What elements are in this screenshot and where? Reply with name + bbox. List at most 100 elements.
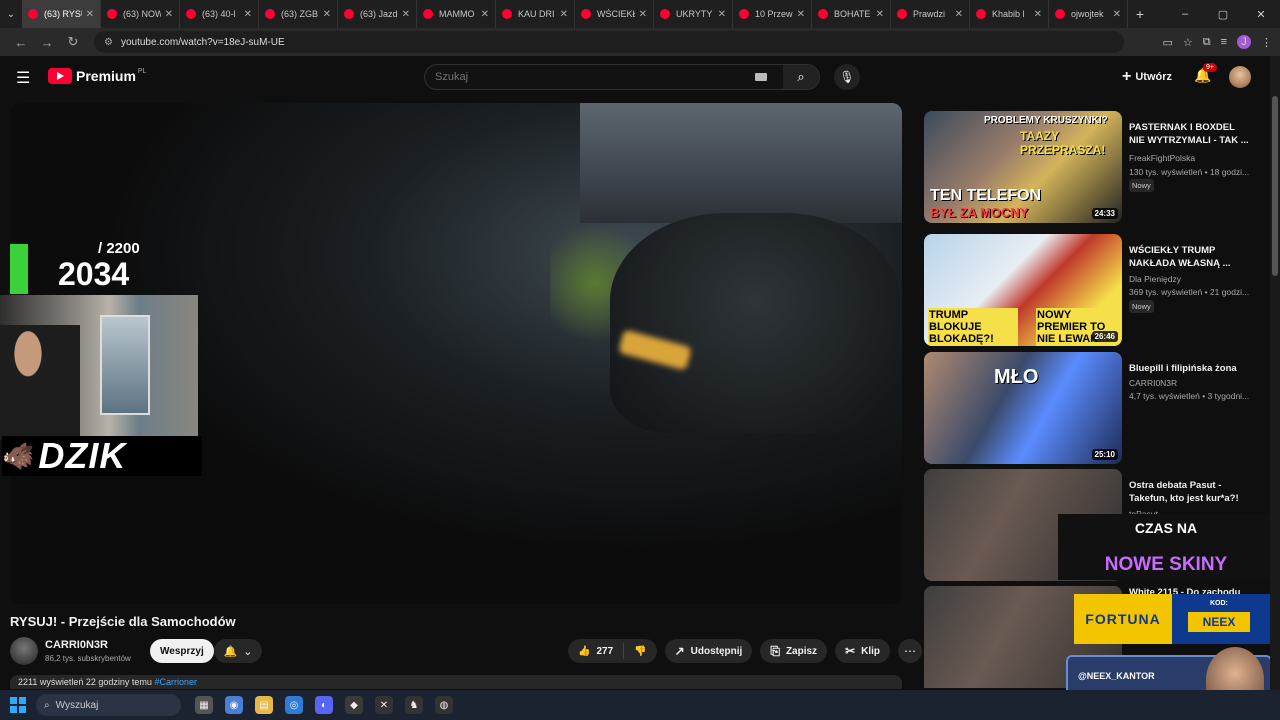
channel-avatar[interactable] [10, 637, 38, 665]
close-tab-icon[interactable]: ✕ [560, 9, 568, 20]
search-input[interactable] [425, 71, 745, 83]
chrome-icon[interactable]: ◉ [225, 696, 243, 714]
clip-button[interactable]: ✂ Klip [835, 639, 891, 663]
recommendation-card[interactable]: TRUMP BLOKUJE BLOKADĘ?! NOWY PREMIER TO … [922, 234, 1262, 346]
browser-tab[interactable]: Khabib l ✕ [970, 0, 1049, 28]
close-tab-icon[interactable]: ✕ [323, 9, 331, 20]
app-icon[interactable]: ✕ [375, 696, 393, 714]
recommendation-card[interactable]: MŁO 25:10 Bluepill i filipińska żona CAR… [922, 352, 1262, 464]
task-view-icon[interactable]: ▦ [195, 696, 213, 714]
like-button[interactable]: 👍 277 [568, 643, 625, 659]
recommendation-channel[interactable]: Dla Pieniędzy [1129, 274, 1181, 284]
search-button[interactable]: ⌕ [783, 65, 819, 89]
create-button[interactable]: + Utwórz [1122, 68, 1172, 86]
close-tab-icon[interactable]: ✕ [86, 9, 94, 20]
subscription-bell-button[interactable]: 🔔 ⌄ [214, 639, 262, 663]
close-tab-icon[interactable]: ✕ [402, 9, 410, 20]
browser-tab[interactable]: (63) ZGB ✕ [259, 0, 338, 28]
browser-tab[interactable]: (63) 40-l ✕ [180, 0, 259, 28]
browser-menu-icon[interactable]: ⋮ [1261, 36, 1272, 49]
extensions-icon[interactable]: ⧉ [1203, 36, 1211, 49]
close-tab-icon[interactable]: ✕ [639, 9, 647, 20]
youtube-favicon-icon [581, 9, 591, 19]
reload-icon[interactable]: ↻ [60, 34, 86, 50]
close-tab-icon[interactable]: ✕ [165, 9, 173, 20]
account-avatar[interactable] [1229, 66, 1251, 88]
scrollbar-thumb[interactable] [1272, 96, 1278, 276]
description-box[interactable]: 2211 wyświetleń 22 godziny temu #Carrion… [10, 675, 902, 689]
windows-taskbar: ⌕ Wyszukaj ▦ ◉ ▤ ◎ ◐ ◆ ✕ ♞ ◍ [0, 690, 1280, 720]
taskbar-search[interactable]: ⌕ Wyszukaj [36, 694, 181, 716]
balcony-door [100, 315, 150, 415]
thumbnail-text: TRUMP BLOKUJE BLOKADĘ?! [928, 308, 1018, 346]
save-button[interactable]: ⎘ Zapisz [760, 639, 828, 663]
keyboard-icon[interactable] [755, 73, 767, 81]
browser-tab[interactable]: (63) Jazd ✕ [338, 0, 417, 28]
url-field[interactable]: ⚙ youtube.com/watch?v=18eJ-suM-UE [94, 31, 1124, 53]
browser-tab[interactable]: 10 Przew ✕ [733, 0, 812, 28]
close-window-icon[interactable]: ✕ [1242, 8, 1280, 21]
close-tab-icon[interactable]: ✕ [876, 9, 884, 20]
close-tab-icon[interactable]: ✕ [1034, 9, 1042, 20]
notifications-button[interactable]: 🔔 9+ [1194, 63, 1217, 84]
recommendation-title[interactable]: PASTERNAK I BOXDEL NIE WYTRZYMALI - TAK … [1129, 121, 1249, 147]
maximize-icon[interactable]: ▢ [1204, 8, 1242, 21]
bookmark-star-icon[interactable]: ☆ [1183, 36, 1193, 49]
reading-list-icon[interactable]: ≡ [1221, 36, 1227, 48]
recommendation-channel[interactable]: FreakFightPolska [1129, 153, 1195, 163]
browser-tab[interactable]: WŚCIEKŁ ✕ [575, 0, 654, 28]
video-duration: 25:10 [1091, 449, 1118, 460]
thumbs-down-icon: 👎 [634, 645, 647, 657]
channel-name[interactable]: CARRI0N3R [45, 639, 108, 651]
file-explorer-icon[interactable]: ▤ [255, 696, 273, 714]
browser-tab[interactable]: MAMMO ✕ [417, 0, 496, 28]
hashtag-link[interactable]: #Carrioner [154, 677, 197, 687]
recommendation-title[interactable]: Ostra debata Pasut - Takefun, kto jest k… [1129, 479, 1249, 505]
tab-search-icon[interactable]: ⌄ [0, 0, 22, 28]
windows-start-icon[interactable] [10, 697, 26, 713]
close-tab-icon[interactable]: ✕ [244, 9, 252, 20]
cast-icon[interactable]: ▭ [1162, 36, 1172, 49]
recommendation-title[interactable]: Bluepill i filipińska żona [1129, 362, 1249, 375]
recommendation-meta: 4,7 tys. wyświetleń • 3 tygodni... [1129, 391, 1250, 401]
close-tab-icon[interactable]: ✕ [718, 9, 726, 20]
close-tab-icon[interactable]: ✕ [955, 9, 963, 20]
close-tab-icon[interactable]: ✕ [481, 9, 489, 20]
search-icon: ⌕ [797, 69, 805, 84]
video-thumbnail[interactable]: TRUMP BLOKUJE BLOKADĘ?! NOWY PREMIER TO … [924, 234, 1122, 346]
thumbnail-text: BYŁ ZA MOCNY [930, 205, 1029, 220]
app-icon[interactable]: ◆ [345, 696, 363, 714]
recommendation-title[interactable]: WŚCIEKŁY TRUMP NAKŁADA WŁASNĄ ... [1129, 244, 1249, 270]
video-thumbnail[interactable]: MŁO 25:10 [924, 352, 1122, 464]
page-scrollbar[interactable] [1270, 56, 1280, 690]
share-button[interactable]: ↗ Udostępnij [664, 639, 753, 663]
minimize-icon[interactable]: – [1166, 8, 1204, 20]
voice-search-button[interactable]: 🎙 [834, 64, 860, 90]
dislike-button[interactable]: 👎 [624, 646, 656, 657]
obs-icon[interactable]: ◍ [435, 696, 453, 714]
browser-tab[interactable]: KAU DRI ✕ [496, 0, 575, 28]
chrome-app-icon[interactable]: ◎ [285, 696, 303, 714]
close-tab-icon[interactable]: ✕ [797, 9, 805, 20]
new-tab-button[interactable]: + [1128, 6, 1152, 22]
browser-tab[interactable]: ojwojtek ✕ [1049, 0, 1128, 28]
app-icon[interactable]: ♞ [405, 696, 423, 714]
recommendation-card[interactable]: PROBLEMY KRUSZYNKI? TAAZY PRZEPRASZA! TE… [922, 111, 1262, 223]
browser-tab[interactable]: UKRYTY ✕ [654, 0, 733, 28]
discord-icon[interactable]: ◐ [315, 696, 333, 714]
support-button[interactable]: Wesprzyj [150, 639, 214, 663]
video-thumbnail[interactable]: PROBLEMY KRUSZYNKI? TAAZY PRZEPRASZA! TE… [924, 111, 1122, 223]
browser-tab[interactable]: (63) RYSU ✕ [22, 0, 101, 28]
more-actions-button[interactable]: ⋯ [898, 639, 923, 663]
youtube-premium-logo[interactable]: Premium PL [48, 68, 146, 84]
browser-profile-avatar[interactable]: J [1237, 35, 1251, 49]
menu-icon[interactable]: ☰ [16, 68, 30, 88]
back-icon[interactable]: ← [8, 35, 34, 50]
browser-tab[interactable]: Prawdzi ✕ [891, 0, 970, 28]
site-info-icon[interactable]: ⚙ [104, 37, 113, 48]
browser-tab[interactable]: BOHATE ✕ [812, 0, 891, 28]
browser-tab[interactable]: (63) NOW ✕ [101, 0, 180, 28]
forward-icon[interactable]: → [34, 35, 60, 50]
recommendation-channel[interactable]: CARRI0N3R [1129, 378, 1177, 388]
close-tab-icon[interactable]: ✕ [1113, 9, 1121, 20]
